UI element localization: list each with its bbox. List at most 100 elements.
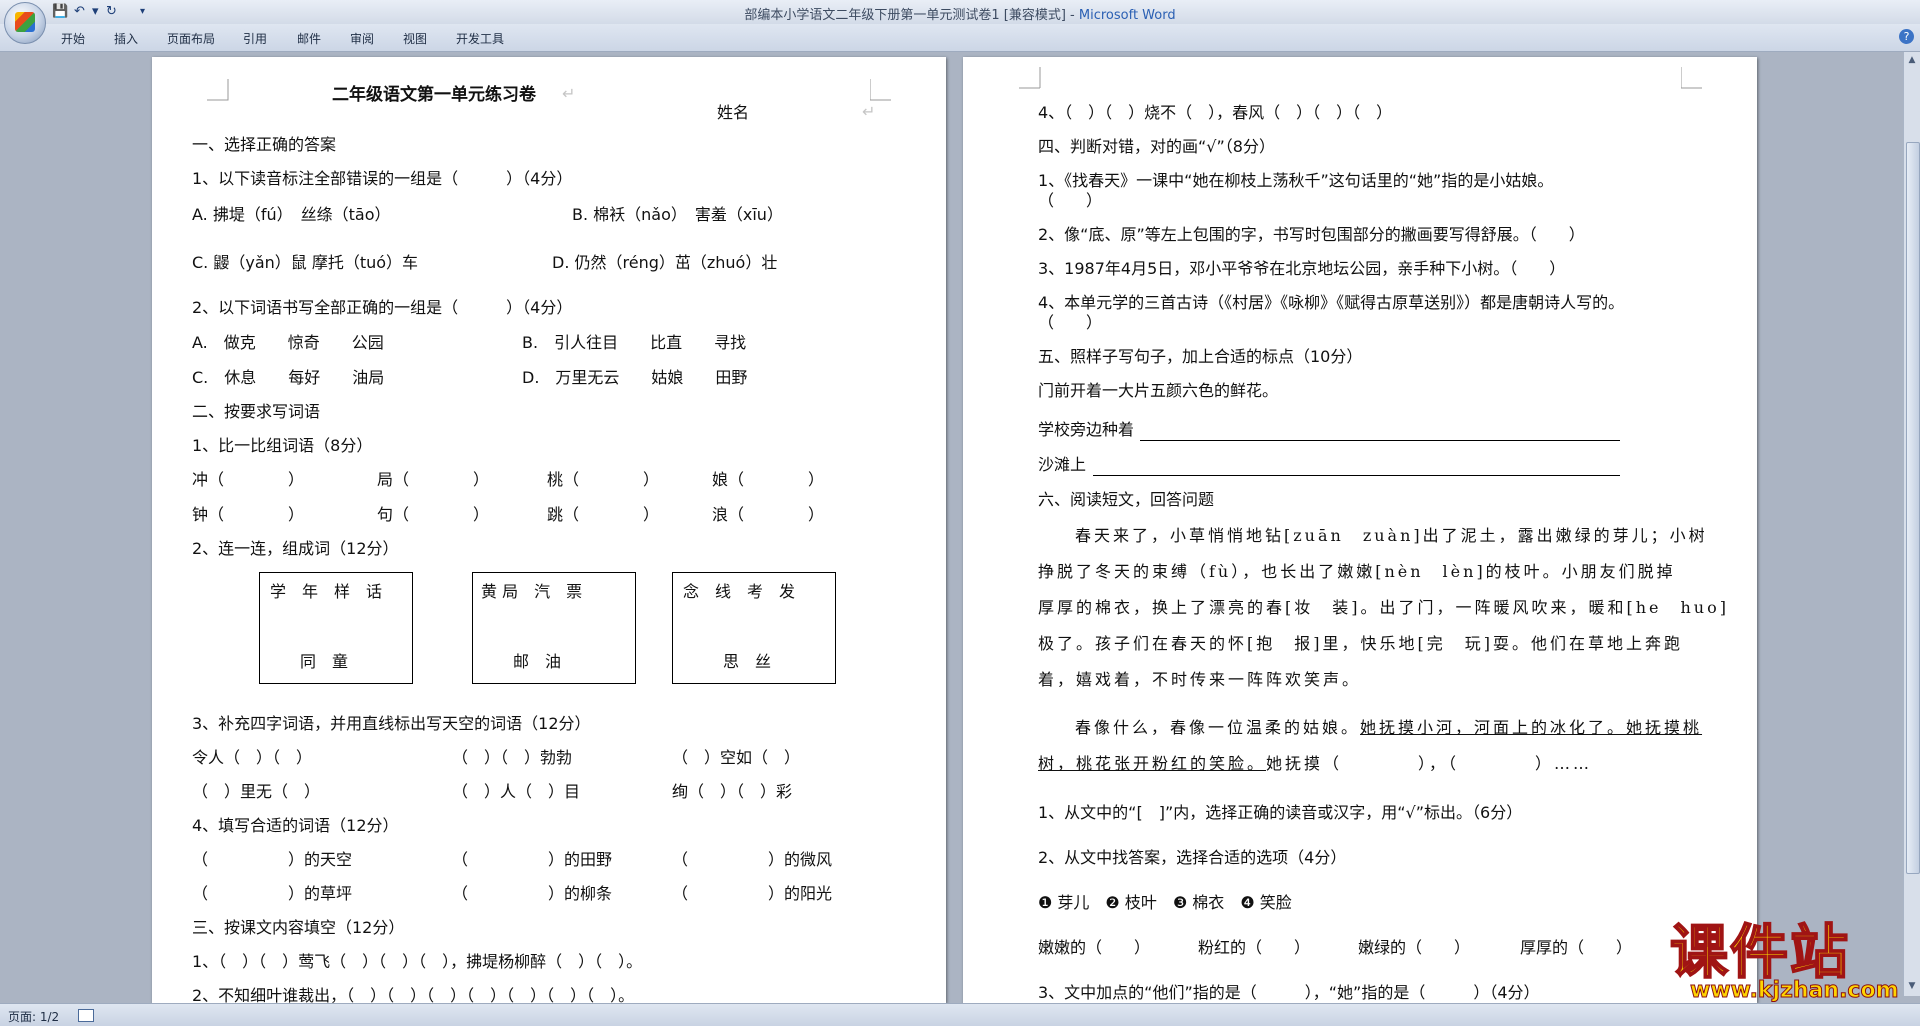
word-box-top: 黄 局 汽 票 — [481, 582, 583, 601]
word-box: 念 线 考 发 思 丝 — [672, 572, 836, 684]
idiom-item: 绚（ ）（ ）彩 — [672, 782, 793, 801]
answer-line — [1140, 440, 1620, 441]
tab-references[interactable]: 引用 — [243, 30, 267, 47]
word-box: 学 年 样 话 同 童 — [259, 572, 413, 684]
scroll-up-icon[interactable]: ▲ — [1906, 54, 1918, 66]
word-box-bottom: 邮 油 — [513, 652, 562, 671]
word-box-bottom: 思 丝 — [723, 652, 772, 671]
passage-text: 她抚摸（ ），（ ）…… — [1266, 754, 1593, 773]
judge-4-blank: （ ） — [1038, 313, 1103, 332]
passage-line: 春像什么，春像一位温柔的姑娘。她抚摸小河，河面上的冰化了。她抚摸桃 — [1075, 717, 1702, 739]
judge-1-blank: （ ） — [1038, 191, 1103, 210]
passage-line: 极了。孩子们在春天的怀[抱 报]里，快乐地[完 玩]耍。他们在草地上奔跑 — [1038, 634, 1683, 653]
compare-item: 冲（ ） — [192, 470, 305, 489]
match-item: 厚厚的（ ） — [1520, 938, 1633, 957]
question-1: 1、以下读音标注全部错误的一组是（ ）（4分） — [192, 169, 573, 188]
question-8: 2、不知细叶谁裁出，（ ）（ ）（ ）（ ）（ ）（ ）（ ）。 — [192, 986, 635, 1003]
judge-3: 3、1987年4月5日，邓小平爷爷在北京地坛公园，亲手种下小树。（ ） — [1038, 259, 1566, 278]
crop-mark — [1019, 67, 1041, 89]
word-box-top: 学 年 样 话 — [270, 582, 383, 601]
write-prompt-1: 学校旁边种着 — [1038, 420, 1135, 439]
reading-question-3: 3、文中加点的“他们”指的是（ ），“她”指的是（ ）（4分） — [1038, 983, 1540, 1002]
fill-item: （ ）的微风 — [672, 850, 833, 869]
fill-item: （ ）的柳条 — [452, 884, 613, 903]
passage-line: 春天来了，小草悄悄地钻[zuān zuàn]出了泥土，露出嫩绿的芽儿；小树 — [1075, 526, 1708, 545]
answer-line — [1093, 475, 1620, 476]
judge-1: 1、《找春天》一课中“她在柳枝上荡秋千”这句话里的“她”指的是小姑娘。 — [1038, 171, 1554, 190]
crop-mark — [870, 79, 891, 101]
section-1-heading: 一、选择正确的答案 — [192, 135, 337, 154]
tab-view[interactable]: 视图 — [403, 30, 427, 47]
scrollbar-thumb[interactable] — [1906, 142, 1920, 874]
question-2: 2、以下词语书写全部正确的一组是（ ）（4分） — [192, 298, 573, 317]
office-button[interactable] — [4, 2, 46, 44]
ribbon-tabs: 开始 插入 页面布局 引用 邮件 审阅 视图 开发工具 ? — [0, 24, 1920, 52]
question-7: 1、（ ）（ ）莺飞（ ）（ ）（ ），拂堤杨柳醉（ ）（ ）。 — [192, 952, 643, 971]
section-5-heading: 五、照样子写句子，加上合适的标点（10分） — [1038, 347, 1363, 366]
compare-item: 跳（ ） — [547, 505, 660, 524]
question-3: 1、比一比组词语（8分） — [192, 436, 373, 455]
q1-option-d: D. 仍然（réng）茁（zhuó）壮 — [552, 253, 778, 272]
word-box: 黄 局 汽 票 邮 油 — [472, 572, 636, 684]
watermark-text: 课件站 — [1669, 918, 1851, 986]
document-page-2[interactable]: 4、（ ）（ ）烧不（ ），春风（ ）（ ）（ ） 四、判断对错，对的画“√”（… — [963, 57, 1757, 1003]
window-title: 部编本小学语文二年级下册第一单元测试卷1 [兼容模式] - Microsoft … — [0, 4, 1920, 23]
fill-item: （ ）的阳光 — [672, 884, 833, 903]
page-title: 二年级语文第一单元练习卷 — [332, 85, 536, 105]
tab-developer[interactable]: 开发工具 — [456, 30, 504, 47]
vertical-scrollbar[interactable]: ▲ ▼ — [1903, 52, 1920, 996]
fill-item: （ ）的田野 — [452, 850, 613, 869]
idiom-item: （ ）（ ）勃勃 — [452, 748, 573, 767]
document-page-1[interactable]: 二年级语文第一单元练习卷 ↵ 姓名 ↵ 一、选择正确的答案 1、以下读音标注全部… — [152, 57, 946, 1003]
idiom-item: （ ）人（ ）目 — [452, 782, 581, 801]
example-sentence: 门前开着一大片五颜六色的鲜花。 — [1038, 381, 1279, 400]
q1-option-c: C. 鼹（yǎn）鼠 摩托（tuó）车 — [192, 253, 419, 272]
watermark-logo: 课件站 www.kjzhan.com — [1669, 918, 1900, 1005]
name-label: 姓名 — [717, 103, 750, 122]
document-title: 部编本小学语文二年级下册第一单元测试卷1 [兼容模式] - — [744, 8, 1079, 23]
section-4-heading: 四、判断对错，对的画“√”（8分） — [1038, 137, 1275, 156]
status-bar: 页面: 1/2 — [0, 1003, 1920, 1026]
reading-question-2: 2、从文中找答案，选择合适的选项（4分） — [1038, 848, 1347, 867]
compare-item: 娘（ ） — [712, 470, 825, 489]
idiom-item: （ ）空如（ ） — [672, 748, 801, 767]
section-6-heading: 六、阅读短文，回答问题 — [1038, 490, 1215, 509]
tab-insert[interactable]: 插入 — [114, 30, 138, 47]
macro-record-icon[interactable] — [78, 1009, 94, 1022]
compare-item: 局（ ） — [377, 470, 490, 489]
tab-review[interactable]: 审阅 — [350, 30, 374, 47]
app-name: Microsoft Word — [1078, 8, 1176, 23]
title-bar: 💾 ↶ ▾ ↻ ▾ 部编本小学语文二年级下册第一单元测试卷1 [兼容模式] - … — [0, 0, 1920, 24]
match-item: 嫩嫩的（ ） — [1038, 938, 1151, 957]
tab-mailings[interactable]: 邮件 — [297, 30, 321, 47]
compare-item: 桃（ ） — [547, 470, 660, 489]
question-9: 4、（ ）（ ）烧不（ ），春风（ ）（ ）（ ） — [1038, 103, 1393, 122]
passage-line: 树，桃花张开粉红的笑脸。她抚摸（ ），（ ）…… — [1038, 753, 1592, 775]
tab-home[interactable]: 开始 — [61, 30, 85, 47]
page-indicator[interactable]: 页面: 1/2 — [8, 1008, 59, 1025]
passage-line: 挣脱了冬天的束缚（fù），也长出了嫩嫩[nèn lèn]的枝叶。小朋友们脱掉 — [1038, 562, 1676, 581]
underlined-text: 树，桃花张开粉红的笑脸。 — [1038, 754, 1267, 773]
q1-option-b: B. 棉袄（nǎo） 害羞（xīu） — [572, 205, 783, 224]
underlined-text: 她抚摸小河，河面上的冰化了。她抚摸桃 — [1360, 718, 1703, 737]
word-box-bottom: 同 童 — [300, 652, 349, 671]
tab-page-layout[interactable]: 页面布局 — [167, 30, 215, 47]
idiom-item: 令人（ ）（ ） — [192, 748, 313, 767]
passage-text: 春像什么，春像一位温柔的姑娘。 — [1075, 718, 1361, 737]
match-item: 嫩绿的（ ） — [1358, 938, 1471, 957]
question-4: 2、连一连，组成词（12分） — [192, 539, 399, 558]
crop-mark — [207, 79, 229, 101]
help-icon[interactable]: ? — [1899, 29, 1914, 44]
q2-option-a: A. 做克 惊奇 公园 — [192, 333, 384, 352]
q2-option-d: D. 万里无云 姑娘 田野 — [522, 368, 748, 387]
write-prompt-2: 沙滩上 — [1038, 455, 1087, 474]
q2-option-c: C. 休息 每好 油局 — [192, 368, 385, 387]
question-6: 4、填写合适的词语（12分） — [192, 816, 399, 835]
question-5: 3、补充四字词语，并用直线标出写天空的词语（12分） — [192, 714, 591, 733]
compare-item: 浪（ ） — [712, 505, 825, 524]
watermark-url: www.kjzhan.com — [1690, 978, 1900, 1004]
section-3-heading: 三、按课文内容填空（12分） — [192, 918, 405, 937]
scroll-down-icon[interactable]: ▼ — [1906, 980, 1918, 992]
reading-question-1: 1、从文中的“[ ]”内，选择正确的读音或汉字，用“√”标出。（6分） — [1038, 803, 1523, 822]
judge-2: 2、像“底、原”等左上包围的字，书写时包围部分的撇画要写得舒展。（ ） — [1038, 225, 1585, 244]
